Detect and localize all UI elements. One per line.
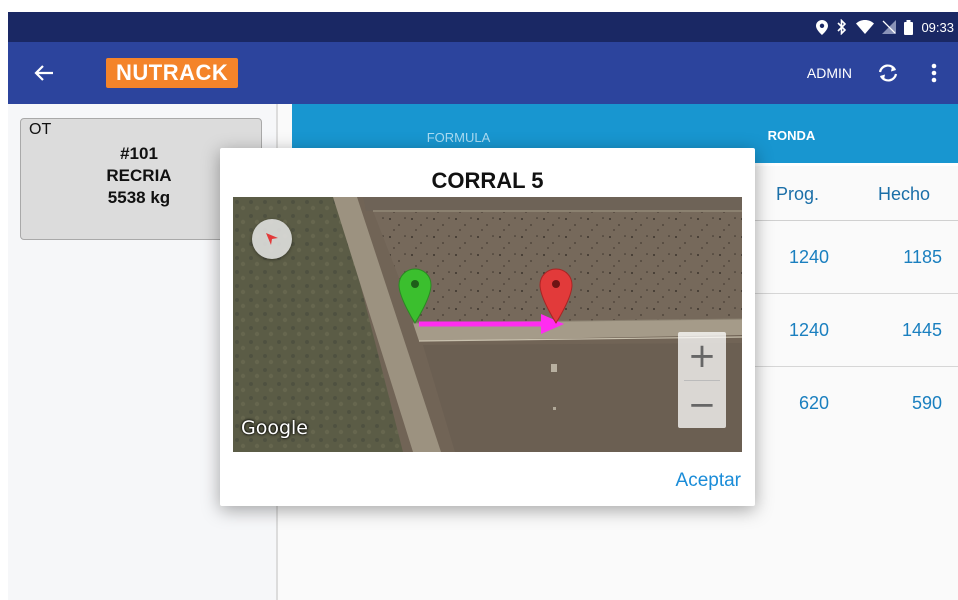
cell-prog: 620 bbox=[798, 393, 829, 413]
sync-icon bbox=[878, 64, 898, 82]
arrow-left-icon bbox=[34, 65, 53, 81]
zoom-in-button[interactable]: + bbox=[678, 332, 726, 380]
zoom-controls: + − bbox=[678, 332, 726, 428]
more-vertical-icon bbox=[931, 63, 937, 83]
clock: 09:33 bbox=[921, 19, 954, 35]
ot-weight: 5538 kg bbox=[107, 188, 171, 207]
header-prog: Prog. bbox=[776, 184, 820, 204]
overflow-menu-button[interactable] bbox=[916, 55, 952, 91]
ot-details: #101 RECRIA 5538 kg bbox=[59, 143, 219, 209]
cell-prog: 1240 bbox=[788, 247, 829, 267]
user-label[interactable]: ADMIN bbox=[807, 65, 852, 81]
cell-hecho: 590 bbox=[911, 393, 942, 413]
cell-hecho: 1185 bbox=[903, 247, 942, 267]
sync-button[interactable] bbox=[870, 55, 906, 91]
battery-icon bbox=[904, 19, 914, 35]
bluetooth-icon bbox=[836, 19, 848, 35]
google-logo: Google bbox=[241, 417, 309, 439]
compass-button[interactable] bbox=[252, 219, 292, 259]
ot-type: RECRIA bbox=[106, 166, 172, 185]
end-marker-icon bbox=[539, 268, 573, 324]
ot-label: OT bbox=[29, 121, 52, 138]
zoom-out-button[interactable]: − bbox=[678, 381, 726, 429]
ot-number: #101 bbox=[120, 144, 158, 163]
compass-icon bbox=[266, 233, 278, 245]
no-sim-icon bbox=[882, 20, 897, 34]
cell-hecho: 1445 bbox=[901, 320, 942, 340]
start-marker-icon bbox=[398, 268, 432, 324]
route-arrow bbox=[419, 314, 564, 334]
satellite-map[interactable]: + − Google bbox=[233, 197, 742, 452]
frame-left bbox=[0, 0, 8, 600]
frame-top bbox=[0, 0, 958, 12]
header-hecho: Hecho bbox=[878, 184, 931, 204]
status-bar: 09:33 bbox=[8, 12, 958, 42]
app-logo: NUTRACK bbox=[106, 58, 239, 88]
dialog-title: CORRAL 5 bbox=[431, 168, 544, 193]
back-button[interactable] bbox=[20, 49, 68, 97]
wifi-icon bbox=[856, 20, 875, 34]
accept-button[interactable]: Aceptar bbox=[676, 470, 741, 492]
location-icon bbox=[816, 19, 829, 35]
app-bar: NUTRACK ADMIN bbox=[8, 42, 958, 104]
cell-prog: 1240 bbox=[788, 320, 829, 340]
corral-dialog: CORRAL 5 + − Google Aceptar bbox=[220, 148, 755, 506]
